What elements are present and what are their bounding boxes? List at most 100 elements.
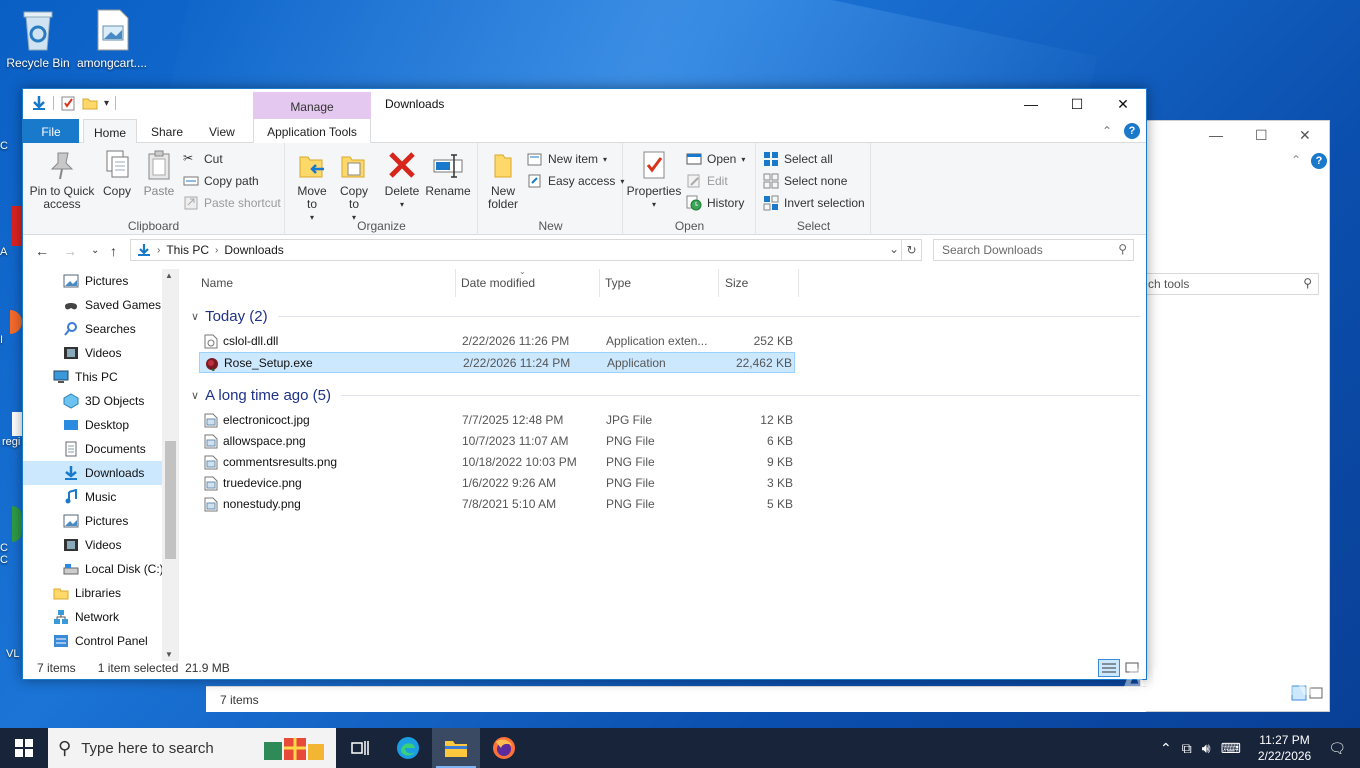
nav-item-control-panel[interactable]: Control Panel: [23, 629, 179, 653]
show-hidden-icons-icon[interactable]: ⌃: [1160, 740, 1172, 757]
nav-item-saved-games[interactable]: Saved Games: [23, 293, 179, 317]
column-divider[interactable]: [455, 269, 456, 297]
column-type[interactable]: Type: [605, 276, 631, 290]
nav-item-3d-objects[interactable]: 3D Objects: [23, 389, 179, 413]
group-header[interactable]: ∨ Today (2): [189, 305, 1141, 327]
column-size[interactable]: Size: [725, 276, 748, 290]
tab-view[interactable]: View: [199, 119, 245, 143]
nav-item-downloads[interactable]: Downloads: [23, 461, 179, 485]
close-button[interactable]: ✕: [1100, 89, 1146, 119]
move-to-button[interactable]: Move to ▾: [292, 149, 332, 224]
new-item-button[interactable]: New item ▾: [527, 151, 607, 167]
minimize-button[interactable]: —: [1008, 89, 1054, 119]
column-date-modified[interactable]: Date modified: [461, 276, 535, 290]
address-dropdown-icon[interactable]: ⌄: [889, 242, 899, 256]
nav-item-pictures[interactable]: Pictures: [23, 269, 179, 293]
help-icon[interactable]: ?: [1124, 123, 1140, 139]
file-row[interactable]: truedevice.png 1/6/2022 9:26 AM PNG File 3 …: [199, 473, 795, 494]
desktop-edge-icon[interactable]: CC: [0, 506, 24, 582]
start-button[interactable]: [0, 728, 48, 768]
delete-button[interactable]: Delete ▾: [382, 149, 422, 211]
edit-button[interactable]: Edit: [686, 173, 728, 189]
select-none-button[interactable]: Select none: [763, 173, 847, 189]
desktop-edge-icon[interactable]: I: [0, 310, 24, 350]
easy-access-button[interactable]: Easy access ▾: [527, 173, 624, 189]
properties-button[interactable]: Properties ▾: [626, 149, 682, 211]
nav-item-libraries[interactable]: Libraries: [23, 581, 179, 605]
download-arrow-icon[interactable]: [31, 95, 47, 111]
paste-shortcut-button[interactable]: Paste shortcut: [183, 195, 281, 211]
refresh-icon[interactable]: ↻: [901, 240, 921, 260]
nav-item-desktop[interactable]: Desktop: [23, 413, 179, 437]
customize-qat-icon[interactable]: ▾: [104, 98, 109, 109]
tab-home[interactable]: Home: [83, 119, 138, 144]
maximize-icon[interactable]: ☐: [1255, 127, 1268, 144]
up-button[interactable]: ↑: [110, 243, 117, 259]
desktop-edge-icon[interactable]: regi: [0, 412, 24, 472]
recent-locations-icon[interactable]: ⌄: [91, 245, 99, 256]
nav-item-pictures[interactable]: Pictures: [23, 509, 179, 533]
history-button[interactable]: History: [686, 195, 744, 211]
pin-quick-access-button[interactable]: Pin to Quick access: [29, 149, 95, 211]
desktop-edge-icon[interactable]: VL: [0, 632, 24, 668]
file-row[interactable]: cslol-dll.dll 2/22/2026 11:26 PM Applicati…: [199, 331, 795, 352]
column-divider[interactable]: [798, 269, 799, 297]
nav-item-searches[interactable]: Searches: [23, 317, 179, 341]
copy-button[interactable]: Copy: [97, 149, 137, 198]
desktop-icon-recycle-bin[interactable]: Recycle Bin: [0, 8, 76, 70]
scroll-thumb[interactable]: [165, 441, 176, 559]
taskbar-file-explorer[interactable]: [432, 728, 480, 768]
file-row[interactable]: electronicoct.jpg 7/7/2025 12:48 PM JPG Fi…: [199, 410, 795, 431]
tab-file[interactable]: File: [23, 119, 79, 143]
forward-button[interactable]: →: [63, 243, 77, 259]
file-row[interactable]: commentsresults.png 10/18/2022 10:03 PM PN…: [199, 452, 795, 473]
nav-item-network[interactable]: Network: [23, 605, 179, 629]
column-name[interactable]: Name: [201, 276, 233, 290]
new-folder-icon[interactable]: [82, 95, 98, 111]
close-icon[interactable]: ✕: [1299, 127, 1311, 144]
details-view-icon[interactable]: [1098, 659, 1120, 677]
clock[interactable]: 11:27 PM 2/22/2026: [1258, 732, 1311, 764]
invert-selection-button[interactable]: Invert selection: [763, 195, 865, 211]
minimize-icon[interactable]: —: [1209, 127, 1223, 143]
scroll-up-icon[interactable]: ▲: [165, 271, 173, 280]
desktop-icon-amongcart[interactable]: amongcart....: [74, 8, 150, 70]
nav-scrollbar[interactable]: ▲ ▼: [162, 269, 179, 661]
notifications-icon[interactable]: 🗨︎: [1328, 740, 1346, 757]
rename-button[interactable]: Rename: [424, 149, 472, 198]
select-all-button[interactable]: Select all: [763, 151, 833, 167]
cut-button[interactable]: ✂ Cut: [183, 151, 223, 167]
file-row[interactable]: Rose_Setup.exe 2/22/2026 11:24 PM Applicat…: [199, 352, 795, 373]
copy-path-button[interactable]: Copy path: [183, 173, 259, 189]
search-input[interactable]: Search Downloads ⚲: [933, 239, 1134, 261]
back-button[interactable]: ←: [35, 243, 49, 259]
taskbar-search-box[interactable]: ⚲ Type here to search: [48, 728, 336, 768]
address-bar[interactable]: › This PC › Downloads ⌄ ↻: [130, 239, 922, 261]
taskbar-edge[interactable]: [384, 728, 432, 768]
nav-item-documents[interactable]: Documents: [23, 437, 179, 461]
volume-icon[interactable]: 🔊︎: [1202, 740, 1211, 757]
nav-item-music[interactable]: Music: [23, 485, 179, 509]
taskbar-firefox[interactable]: [480, 728, 528, 768]
maximize-button[interactable]: ☐: [1054, 89, 1100, 119]
open-button[interactable]: Open ▾: [686, 151, 745, 167]
column-divider[interactable]: [599, 269, 600, 297]
breadcrumb-downloads[interactable]: Downloads: [224, 243, 283, 257]
task-view-button[interactable]: [336, 728, 384, 768]
nav-item-videos[interactable]: Videos: [23, 533, 179, 557]
tab-application-tools[interactable]: Application Tools: [253, 119, 371, 143]
desktop-edge-icon[interactable]: C: [0, 140, 24, 170]
nav-item-local-disk-c[interactable]: Local Disk (C:): [23, 557, 179, 581]
group-header[interactable]: ∨ A long time ago (5): [189, 384, 1141, 406]
copy-to-button[interactable]: Copy to ▾: [334, 149, 374, 224]
keyboard-icon[interactable]: ⌨: [1221, 740, 1241, 757]
file-row[interactable]: nonestudy.png 7/8/2021 5:10 AM PNG File 5 K…: [199, 494, 795, 515]
paste-button[interactable]: Paste: [139, 149, 179, 198]
manage-context-tab[interactable]: Manage: [253, 92, 371, 119]
desktop-edge-icon[interactable]: A: [0, 206, 24, 276]
properties-check-icon[interactable]: [60, 95, 76, 111]
ribbon-collapse-icon[interactable]: ⌃: [1102, 124, 1112, 138]
new-folder-button[interactable]: New folder: [483, 149, 523, 211]
file-explorer-window[interactable]: ▾ Manage Downloads — ☐ ✕ File Home Share…: [22, 88, 1147, 680]
background-explorer-window[interactable]: — ☐ ✕ ⌃ ? ch tools ⚲: [1140, 120, 1330, 712]
